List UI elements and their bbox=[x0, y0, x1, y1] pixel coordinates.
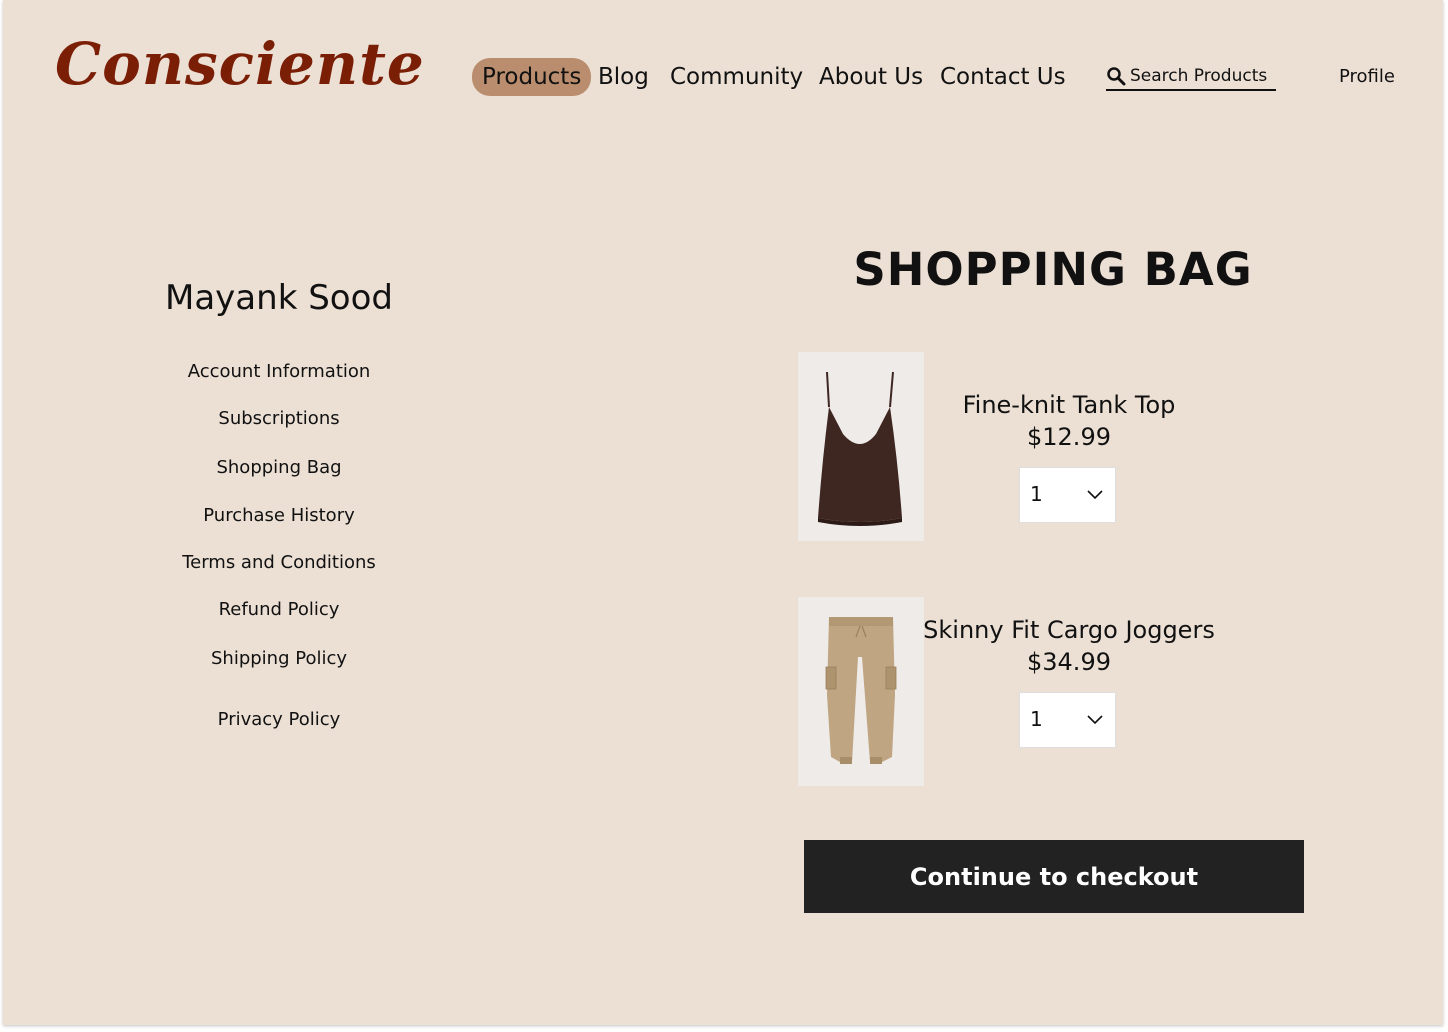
quantity-select[interactable]: 1 bbox=[1019, 692, 1116, 748]
brand-logo[interactable]: Consciente bbox=[55, 30, 425, 98]
page: Consciente Products Blog Community About… bbox=[3, 0, 1443, 1025]
product-name[interactable]: Fine-knit Tank Top bbox=[923, 391, 1215, 419]
product-price: $12.99 bbox=[1027, 423, 1111, 451]
product-name[interactable]: Skinny Fit Cargo Joggers bbox=[923, 616, 1215, 644]
menu-item-purchase-history[interactable]: Purchase History bbox=[3, 505, 555, 526]
menu-item-account-information[interactable]: Account Information bbox=[3, 361, 555, 382]
nav-item-products[interactable]: Products bbox=[472, 58, 592, 96]
user-name: Mayank Sood bbox=[165, 278, 393, 318]
menu-item-privacy-policy[interactable]: Privacy Policy bbox=[3, 709, 555, 730]
quantity-select[interactable]: 1 bbox=[1019, 467, 1116, 523]
shopping-bag-title: SHOPPING BAG bbox=[853, 243, 1253, 296]
cargo-joggers-image[interactable] bbox=[798, 597, 924, 786]
chevron-down-icon bbox=[1087, 490, 1103, 500]
product-price: $34.99 bbox=[1027, 648, 1111, 676]
menu-item-subscriptions[interactable]: Subscriptions bbox=[3, 408, 555, 429]
tank-top-image[interactable] bbox=[798, 352, 924, 541]
nav-item-blog[interactable]: Blog bbox=[598, 58, 649, 96]
chevron-down-icon bbox=[1087, 715, 1103, 725]
quantity-value: 1 bbox=[1030, 707, 1043, 731]
menu-item-shipping-policy[interactable]: Shipping Policy bbox=[3, 648, 555, 669]
profile-link[interactable]: Profile bbox=[1339, 66, 1395, 87]
checkout-button[interactable]: Continue to checkout bbox=[804, 840, 1304, 913]
nav-item-about-us[interactable]: About Us bbox=[819, 58, 923, 96]
nav-item-community[interactable]: Community bbox=[670, 58, 803, 96]
search-input[interactable] bbox=[1126, 66, 1276, 86]
nav-item-contact-us[interactable]: Contact Us bbox=[940, 58, 1066, 96]
quantity-value: 1 bbox=[1030, 482, 1043, 506]
search-icon[interactable] bbox=[1106, 66, 1126, 86]
menu-item-terms-and-conditions[interactable]: Terms and Conditions bbox=[3, 552, 555, 573]
menu-item-shopping-bag[interactable]: Shopping Bag bbox=[3, 457, 555, 478]
search-bar bbox=[1106, 63, 1276, 91]
menu-item-refund-policy[interactable]: Refund Policy bbox=[3, 599, 555, 620]
